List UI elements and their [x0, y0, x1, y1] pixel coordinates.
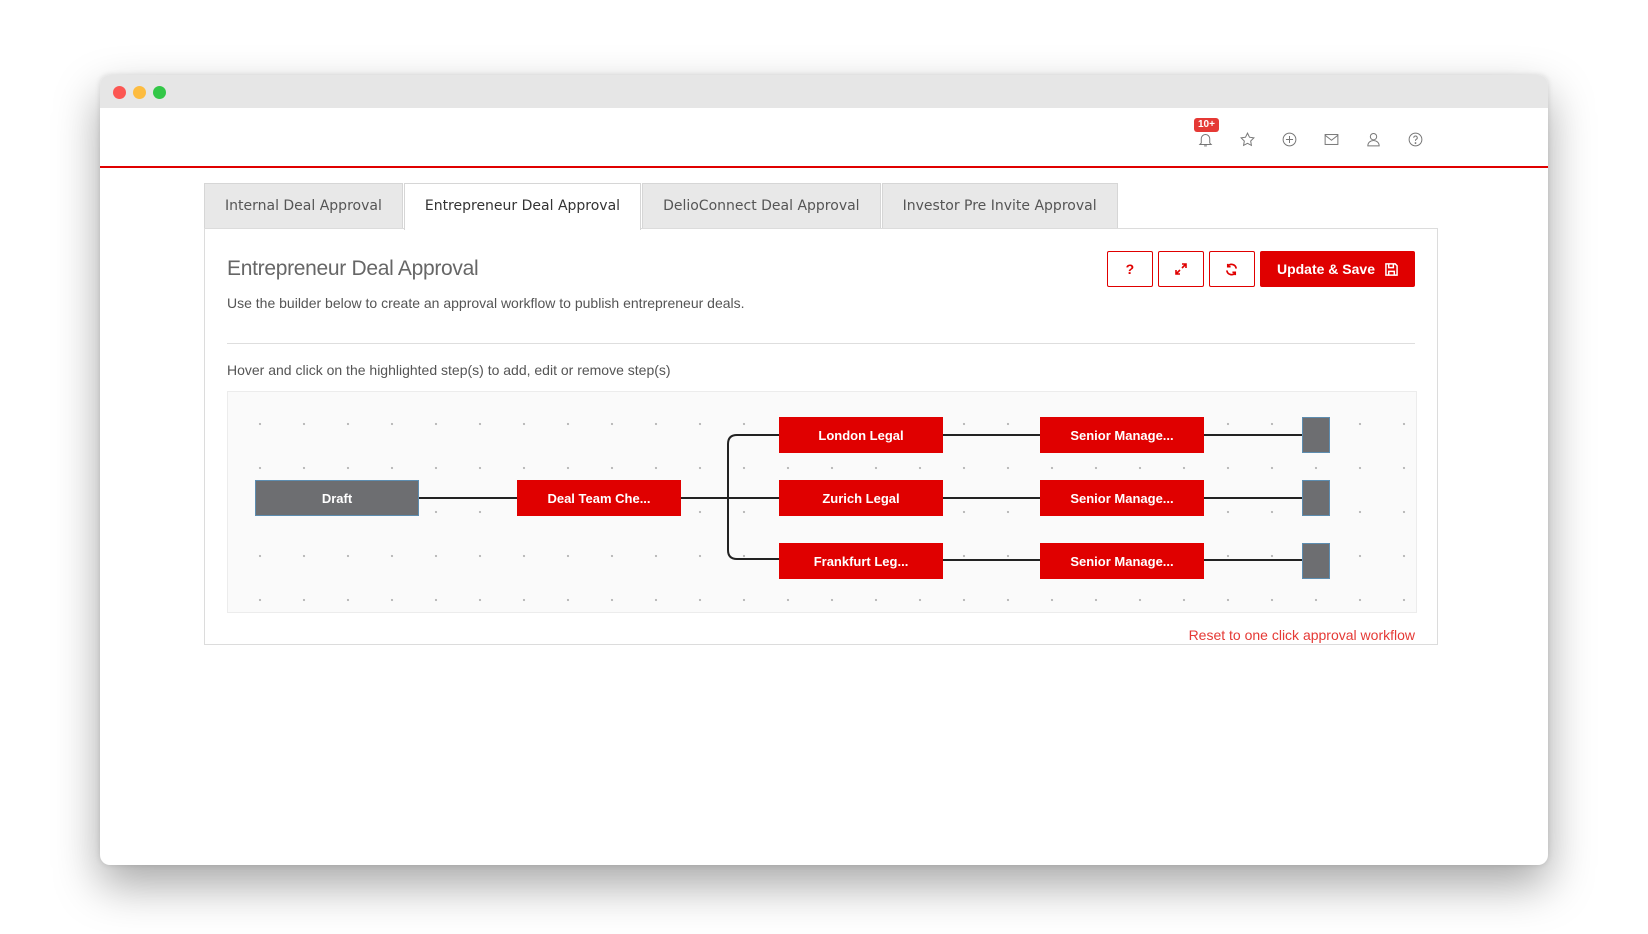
floppy-disk-icon: [1385, 262, 1398, 276]
step-zurich-legal[interactable]: Zurich Legal: [779, 480, 943, 516]
step-deal-team-check[interactable]: Deal Team Che...: [517, 480, 681, 516]
star-icon: [1239, 131, 1255, 146]
add-button[interactable]: [1268, 126, 1310, 152]
user-icon: [1366, 132, 1380, 146]
tab-delioconnect-deal-approval[interactable]: DelioConnect Deal Approval: [642, 183, 881, 229]
main-content: Internal Deal Approval Entrepreneur Deal…: [204, 183, 1438, 645]
messages-button[interactable]: [1310, 126, 1352, 152]
bell-icon: [1198, 133, 1212, 146]
refresh-icon: [1226, 263, 1238, 275]
approval-tabs: Internal Deal Approval Entrepreneur Deal…: [204, 183, 1438, 230]
reset-workflow-link[interactable]: Reset to one click approval workflow: [1189, 627, 1415, 643]
workflow-panel: Entrepreneur Deal Approval Use the build…: [204, 228, 1438, 645]
step-london-legal[interactable]: London Legal: [779, 417, 943, 453]
fullscreen-button[interactable]: [1157, 251, 1204, 287]
profile-button[interactable]: [1352, 126, 1394, 152]
panel-actions: ? Update & Save: [1106, 251, 1415, 287]
minimize-window-button[interactable]: [133, 86, 146, 99]
step-draft[interactable]: Draft: [255, 480, 419, 516]
panel-title: Entrepreneur Deal Approval: [227, 257, 479, 280]
mail-icon: [1324, 133, 1338, 145]
app-window: 10+ Internal Deal Approval Entrepreneur: [100, 75, 1548, 865]
refresh-button[interactable]: [1208, 251, 1255, 287]
step-end-3[interactable]: [1302, 543, 1330, 579]
builder-hint: Hover and click on the highlighted step(…: [227, 362, 671, 378]
maximize-window-button[interactable]: [153, 86, 166, 99]
close-window-button[interactable]: [113, 86, 126, 99]
tab-entrepreneur-deal-approval[interactable]: Entrepreneur Deal Approval: [403, 183, 642, 230]
help-button[interactable]: ?: [1106, 251, 1153, 287]
tab-internal-deal-approval[interactable]: Internal Deal Approval: [204, 183, 403, 229]
tab-investor-pre-invite-approval[interactable]: Investor Pre Invite Approval: [881, 183, 1118, 229]
window-titlebar: [100, 75, 1548, 108]
help-button[interactable]: [1394, 126, 1436, 152]
notification-badge: 10+: [1194, 118, 1219, 132]
plus-circle-icon: [1282, 132, 1296, 146]
update-save-button[interactable]: Update & Save: [1259, 251, 1415, 287]
help-circle-icon: [1408, 132, 1422, 146]
step-senior-management-3[interactable]: Senior Manage...: [1040, 543, 1204, 579]
top-navbar: 10+: [100, 108, 1548, 168]
step-end-1[interactable]: [1302, 417, 1330, 453]
step-frankfurt-legal[interactable]: Frankfurt Leg...: [779, 543, 943, 579]
save-label: Update & Save: [1276, 261, 1375, 277]
workflow-canvas: Draft Deal Team Che... London Legal Zuri…: [227, 391, 1417, 613]
step-senior-management-2[interactable]: Senior Manage...: [1040, 480, 1204, 516]
header-icons: 10+: [1184, 118, 1436, 152]
step-end-2[interactable]: [1302, 480, 1330, 516]
step-senior-management-1[interactable]: Senior Manage...: [1040, 417, 1204, 453]
divider: [227, 343, 1415, 344]
notifications-button[interactable]: 10+: [1184, 118, 1226, 152]
panel-description: Use the builder below to create an appro…: [227, 295, 745, 311]
expand-icon: [1175, 263, 1187, 275]
favorites-button[interactable]: [1226, 126, 1268, 152]
